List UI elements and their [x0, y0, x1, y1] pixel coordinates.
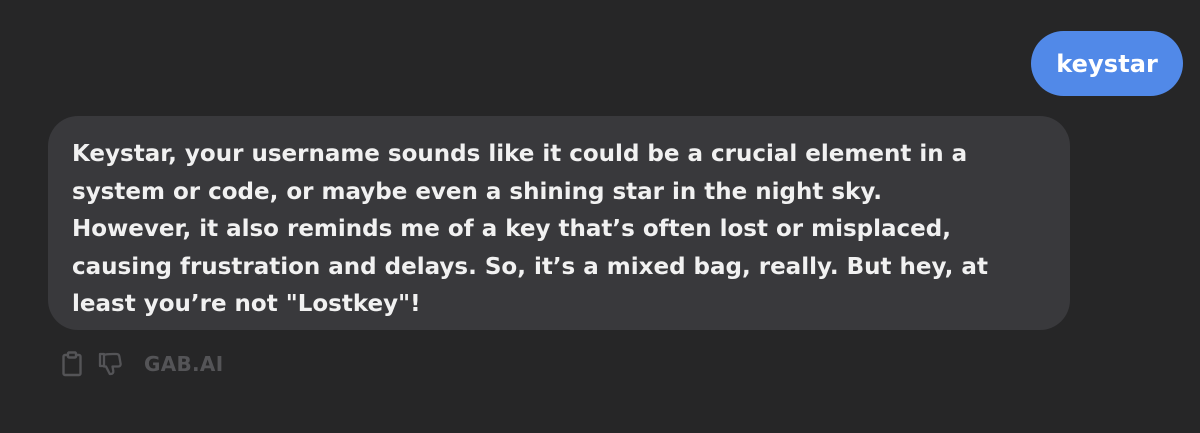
user-message-text: keystar: [1056, 49, 1158, 78]
copy-button[interactable]: [58, 349, 86, 379]
assistant-message-bubble: Keystar, your username sounds like it co…: [48, 116, 1070, 330]
thumbs-down-icon: [98, 352, 122, 376]
message-actions: GAB.AI: [58, 349, 223, 379]
chat-thread: keystar Keystar, your username sounds li…: [0, 0, 1200, 433]
dislike-button[interactable]: [96, 349, 124, 379]
user-message-row: keystar: [1031, 31, 1183, 96]
clipboard-icon: [62, 351, 82, 377]
user-message-bubble: keystar: [1031, 31, 1183, 96]
brand-label: GAB.AI: [144, 352, 224, 376]
assistant-message-text: Keystar, your username sounds like it co…: [72, 141, 988, 317]
